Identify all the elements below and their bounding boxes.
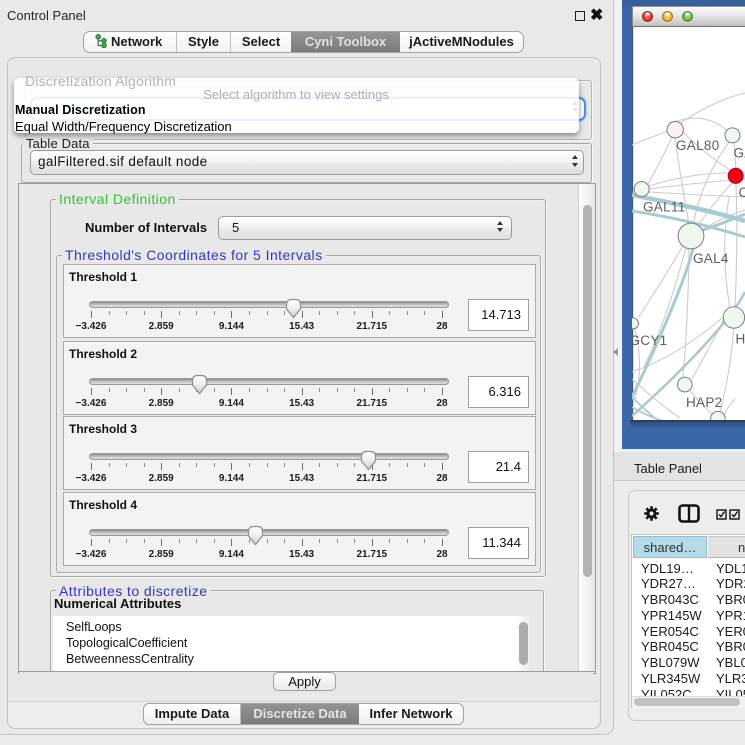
svg-text:CY: CY	[739, 185, 745, 200]
svg-text:GAL4: GAL4	[693, 251, 729, 266]
svg-text:GAL11: GAL11	[643, 200, 686, 215]
svg-text:GCY1: GCY1	[632, 333, 667, 348]
svg-text:HAP2: HAP2	[686, 395, 722, 410]
svg-text:HI: HI	[736, 332, 745, 347]
svg-text:GAL80: GAL80	[676, 138, 720, 153]
svg-text:GA: GA	[734, 146, 745, 161]
